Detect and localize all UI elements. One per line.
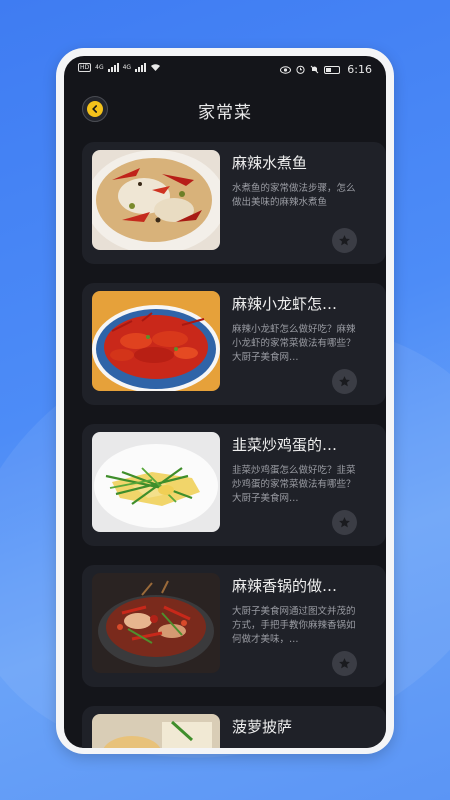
favorite-button[interactable]: [332, 510, 357, 535]
signal-icon-2: [135, 63, 147, 72]
top-bar: 家常菜: [64, 92, 386, 126]
alarm-icon: [296, 65, 305, 74]
eye-icon: [280, 65, 292, 74]
recipe-description: 大厨子美食网通过图文并茂的方式，手把手教你麻辣香锅如何做才美味，…: [232, 606, 356, 645]
recipe-title: 麻辣小龙虾怎…: [232, 295, 338, 313]
star-icon: [339, 235, 350, 246]
star-icon: [339, 517, 350, 528]
recipe-title: 菠萝披萨: [232, 718, 293, 736]
mute-icon: [310, 65, 319, 74]
network-label-b: 4G: [122, 64, 132, 71]
signal-icon: [107, 63, 119, 72]
page-title: 家常菜: [198, 103, 252, 123]
recipe-title: 麻辣香锅的做…: [232, 577, 338, 595]
recipe-description: 韭菜炒鸡蛋怎么做好吃？韭菜炒鸡蛋的家常菜做法有哪些？大厨子美食网…: [232, 465, 356, 504]
recipe-card[interactable]: 韭菜炒鸡蛋的… 韭菜炒鸡蛋怎么做好吃？韭菜炒鸡蛋的家常菜做法有哪些？大厨子美食网…: [82, 424, 386, 546]
favorite-button[interactable]: [332, 369, 357, 394]
favorite-button[interactable]: [332, 228, 357, 253]
recipe-card[interactable]: 菠萝披萨: [82, 706, 386, 748]
star-icon: [339, 658, 350, 669]
hd-badge: HD: [78, 63, 92, 72]
status-bar: HD 4G 4G 6:16: [64, 56, 386, 84]
favorite-button[interactable]: [332, 651, 357, 676]
recipe-image: [92, 714, 220, 748]
network-label-a: 4G: [95, 64, 104, 71]
recipe-description: 水煮鱼的家常做法步骤，怎么做出美味的麻辣水煮鱼: [232, 183, 356, 208]
battery-icon: [324, 65, 341, 74]
recipe-card[interactable]: 麻辣香锅的做… 大厨子美食网通过图文并茂的方式，手把手教你麻辣香锅如何做才美味，…: [82, 565, 386, 687]
recipe-image: [92, 432, 220, 532]
app-screen: HD 4G 4G 6:16 家常菜 麻辣水煮鱼 水煮鱼的家常做法步骤，怎么做出美…: [64, 56, 386, 748]
star-icon: [339, 376, 350, 387]
recipe-image: [92, 150, 220, 250]
recipe-image: [92, 291, 220, 391]
recipe-image: [92, 573, 220, 673]
recipe-title: 麻辣水煮鱼: [232, 154, 308, 172]
recipe-card[interactable]: 麻辣水煮鱼 水煮鱼的家常做法步骤，怎么做出美味的麻辣水煮鱼: [82, 142, 386, 264]
recipe-description: 麻辣小龙虾怎么做好吃？麻辣小龙虾的家常菜做法有哪些？大厨子美食网…: [232, 324, 356, 363]
status-time: 6:16: [347, 63, 372, 76]
recipe-card[interactable]: 麻辣小龙虾怎… 麻辣小龙虾怎么做好吃？麻辣小龙虾的家常菜做法有哪些？大厨子美食网…: [82, 283, 386, 405]
wifi-icon: [151, 64, 161, 71]
recipe-title: 韭菜炒鸡蛋的…: [232, 436, 338, 454]
